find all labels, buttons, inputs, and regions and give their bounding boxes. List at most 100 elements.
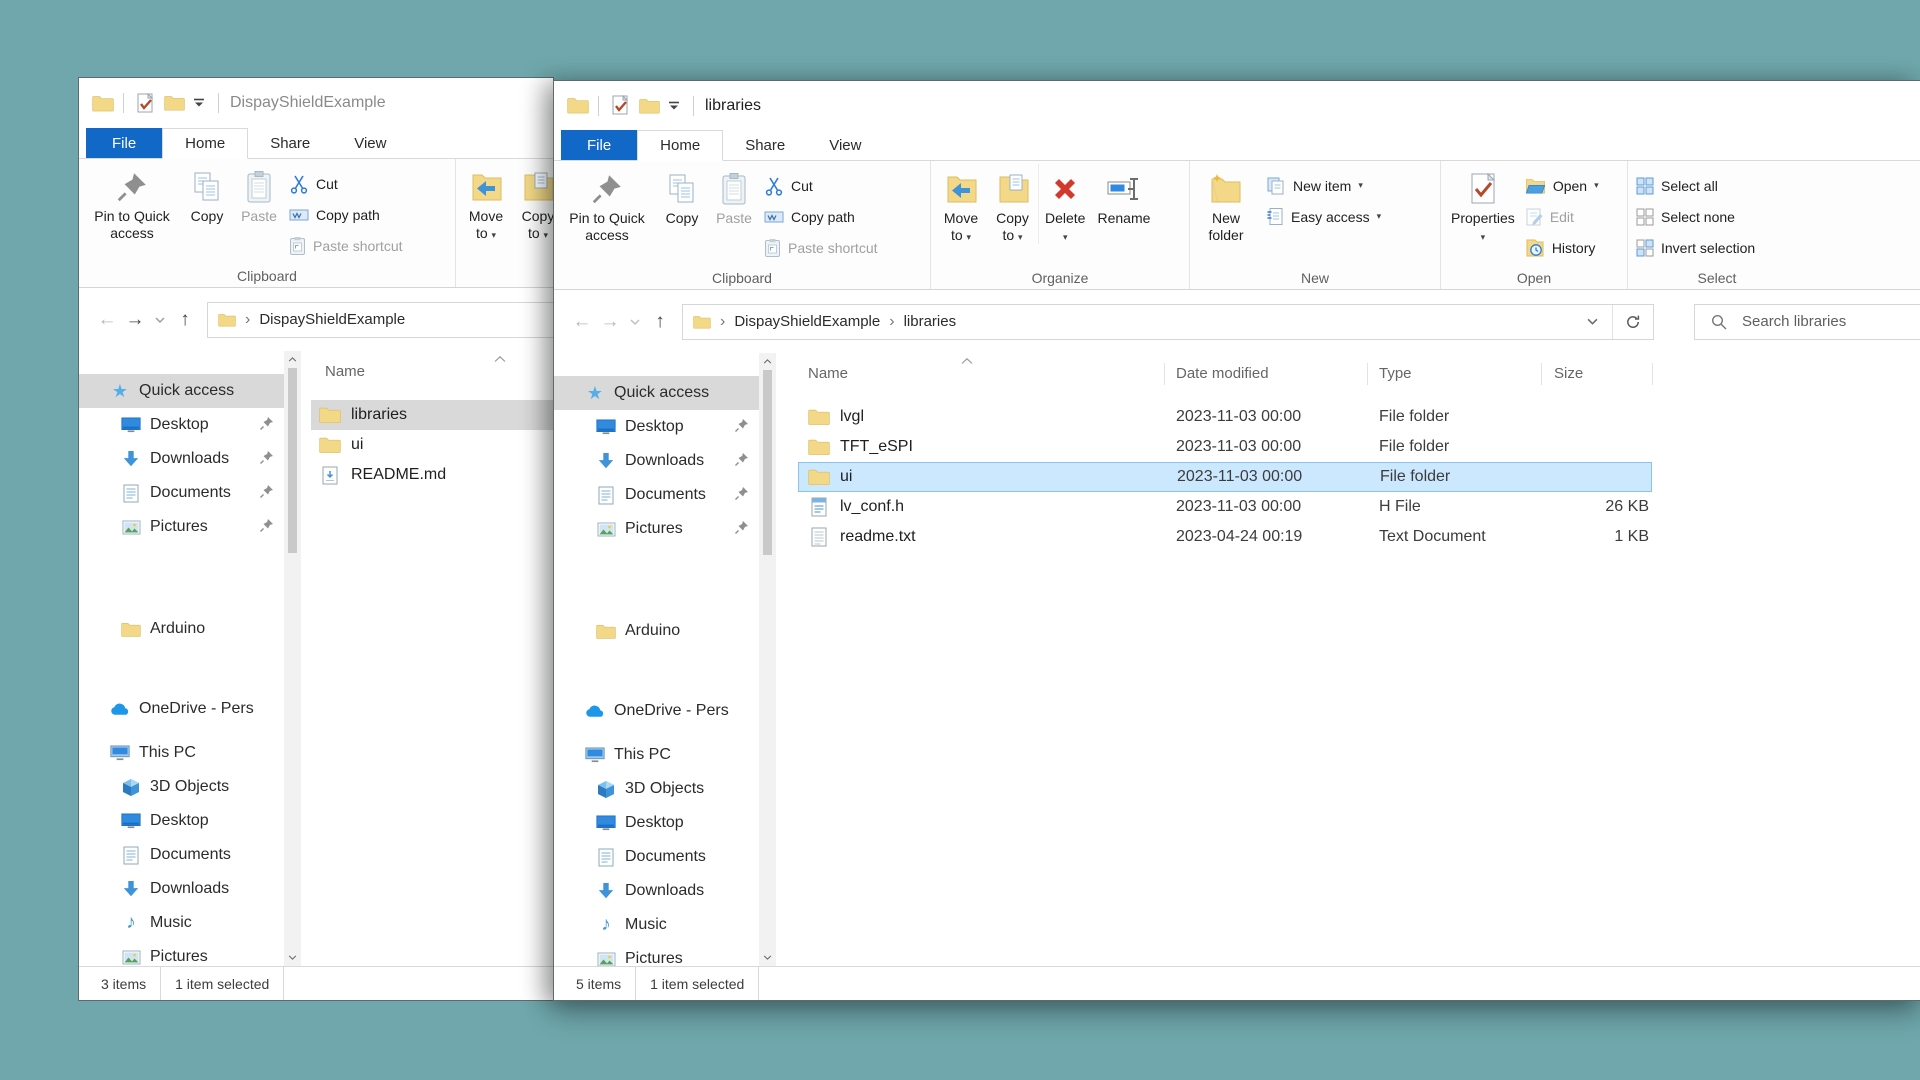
copy-to-button[interactable]: Copyto ▾ [512,162,553,242]
sidebar-scrollbar[interactable] [759,353,776,966]
file-row-lv-conf-h[interactable]: lv_conf.h 2023-11-03 00:00 H File 26 KB [798,492,1652,522]
file-row-readme-md[interactable]: README.md [311,460,553,490]
qat-properties-button[interactable] [612,95,631,116]
sidebar-item-downloads-pc[interactable]: Downloads [79,872,284,906]
file-row-lvgl[interactable]: lvgl 2023-11-03 00:00 File folder [798,402,1652,432]
column-divider[interactable] [1652,363,1653,385]
sort-ascending-icon[interactable] [494,356,506,362]
tab-home[interactable]: Home [637,130,723,161]
scrollbar-thumb[interactable] [288,368,297,553]
sidebar-item-this-pc[interactable]: This PC [554,738,759,772]
breadcrumb-folder[interactable]: DispayShieldExample [734,313,880,330]
recent-locations-chevron-icon[interactable] [149,317,171,323]
column-header-name[interactable]: Name [325,363,365,380]
sidebar-item-downloads[interactable]: Downloads [79,442,284,476]
new-folder-button[interactable]: Newfolder [1200,164,1252,244]
sidebar-item-onedrive[interactable]: OneDrive - Pers [79,692,284,726]
edit-button[interactable]: Edit [1521,201,1607,232]
breadcrumb-folder[interactable]: DispayShieldExample [259,311,405,328]
sidebar-item-arduino[interactable]: Arduino [79,612,284,646]
tab-home[interactable]: Home [162,128,248,159]
sidebar-item-documents-pc[interactable]: Documents [79,838,284,872]
paste-shortcut-button[interactable]: Paste shortcut [760,232,886,263]
search-input[interactable] [1740,312,1904,331]
explorer-window-libraries[interactable]: libraries File Home Share View Pin to Qu… [553,80,1920,1001]
paste-shortcut-button[interactable]: Paste shortcut [285,230,411,261]
paste-button[interactable]: Paste [233,162,285,225]
column-header-name[interactable]: Name [808,365,848,382]
file-row-tft-espi[interactable]: TFT_eSPI 2023-11-03 00:00 File folder [798,432,1652,462]
properties-button[interactable]: Properties▾ [1445,164,1521,244]
search-box[interactable] [1694,304,1920,340]
sidebar-item-quick-access[interactable]: ★Quick access [554,376,759,410]
file-list[interactable]: Name libraries ui README.md [301,351,553,966]
recent-locations-chevron-icon[interactable] [624,319,646,325]
forward-button[interactable]: → [121,309,149,331]
sidebar-item-quick-access[interactable]: ★Quick access [79,374,284,408]
column-header-size[interactable]: Size [1554,365,1583,382]
sidebar-item-onedrive[interactable]: OneDrive - Pers [554,694,759,728]
delete-button[interactable]: Delete▾ [1039,164,1091,244]
column-divider[interactable] [1541,363,1542,385]
select-none-button[interactable]: Select none [1632,201,1763,232]
title-bar[interactable]: DispayShieldExample [79,78,553,128]
sidebar-item-documents-pc[interactable]: Documents [554,840,759,874]
invert-selection-button[interactable]: Invert selection [1632,232,1763,263]
paste-button[interactable]: Paste [708,164,760,227]
sidebar-item-pictures[interactable]: Pictures [554,512,759,546]
column-divider[interactable] [1367,363,1368,385]
sidebar-item-this-pc[interactable]: This PC [79,736,284,770]
up-button[interactable]: ↑ [646,311,674,333]
up-button[interactable]: ↑ [171,309,199,331]
qat-new-folder-button[interactable] [639,97,660,115]
back-button[interactable]: ← [93,309,121,331]
sidebar-scrollbar[interactable] [284,351,301,966]
forward-button[interactable]: → [596,311,624,333]
copy-to-button[interactable]: Copyto ▾ [987,164,1039,244]
scroll-up-icon[interactable] [288,351,297,368]
sidebar-item-desktop-pc[interactable]: Desktop [554,806,759,840]
tab-view[interactable]: View [332,128,408,158]
column-header-date-modified[interactable]: Date modified [1176,365,1269,382]
address-dropdown-chevron-icon[interactable] [1572,305,1612,339]
sort-ascending-icon[interactable] [961,358,973,364]
move-to-button[interactable]: Moveto ▾ [460,162,512,242]
file-row-ui[interactable]: ui 2023-11-03 00:00 File folder [798,462,1652,492]
copy-button[interactable]: Copy [656,164,708,227]
qat-customize-chevron-icon[interactable] [668,101,680,111]
easy-access-button[interactable]: Easy access▾ [1262,201,1389,232]
explorer-window-dispayshieldexample[interactable]: DispayShieldExample File Home Share View… [78,77,554,1001]
new-item-button[interactable]: New item▾ [1262,170,1389,201]
tab-file[interactable]: File [561,130,637,160]
sidebar-item-music[interactable]: ♪Music [79,906,284,940]
sidebar-item-documents[interactable]: Documents [79,476,284,510]
file-row-libraries[interactable]: libraries [311,400,553,430]
sidebar-item-documents[interactable]: Documents [554,478,759,512]
open-button[interactable]: Open▾ [1521,170,1607,201]
sidebar-item-pictures-pc[interactable]: Pictures [79,940,284,966]
sidebar-item-desktop[interactable]: Desktop [79,408,284,442]
column-header-type[interactable]: Type [1379,365,1412,382]
history-button[interactable]: History [1521,232,1607,263]
sidebar-item-pictures[interactable]: Pictures [79,510,284,544]
tab-share[interactable]: Share [723,130,807,160]
sidebar-item-downloads-pc[interactable]: Downloads [554,874,759,908]
sidebar-item-3d-objects[interactable]: 3D Objects [554,772,759,806]
file-row-ui[interactable]: ui [311,430,553,460]
pin-to-quick-access-button[interactable]: Pin to Quickaccess [83,162,181,242]
title-bar[interactable]: libraries [554,81,1920,130]
scroll-down-icon[interactable] [763,949,772,966]
cut-button[interactable]: Cut [285,168,411,199]
file-row-readme-txt[interactable]: readme.txt 2023-04-24 00:19 Text Documen… [798,522,1652,552]
refresh-icon[interactable] [1612,305,1653,339]
scrollbar-thumb[interactable] [763,370,772,555]
sidebar-item-downloads[interactable]: Downloads [554,444,759,478]
tab-view[interactable]: View [807,130,883,160]
rename-button[interactable]: Rename [1091,164,1156,227]
tab-share[interactable]: Share [248,128,332,158]
breadcrumb-folder-current[interactable]: libraries [904,313,957,330]
cut-button[interactable]: Cut [760,170,886,201]
copy-button[interactable]: Copy [181,162,233,225]
sidebar-item-desktop[interactable]: Desktop [554,410,759,444]
sidebar-item-arduino[interactable]: Arduino [554,614,759,648]
